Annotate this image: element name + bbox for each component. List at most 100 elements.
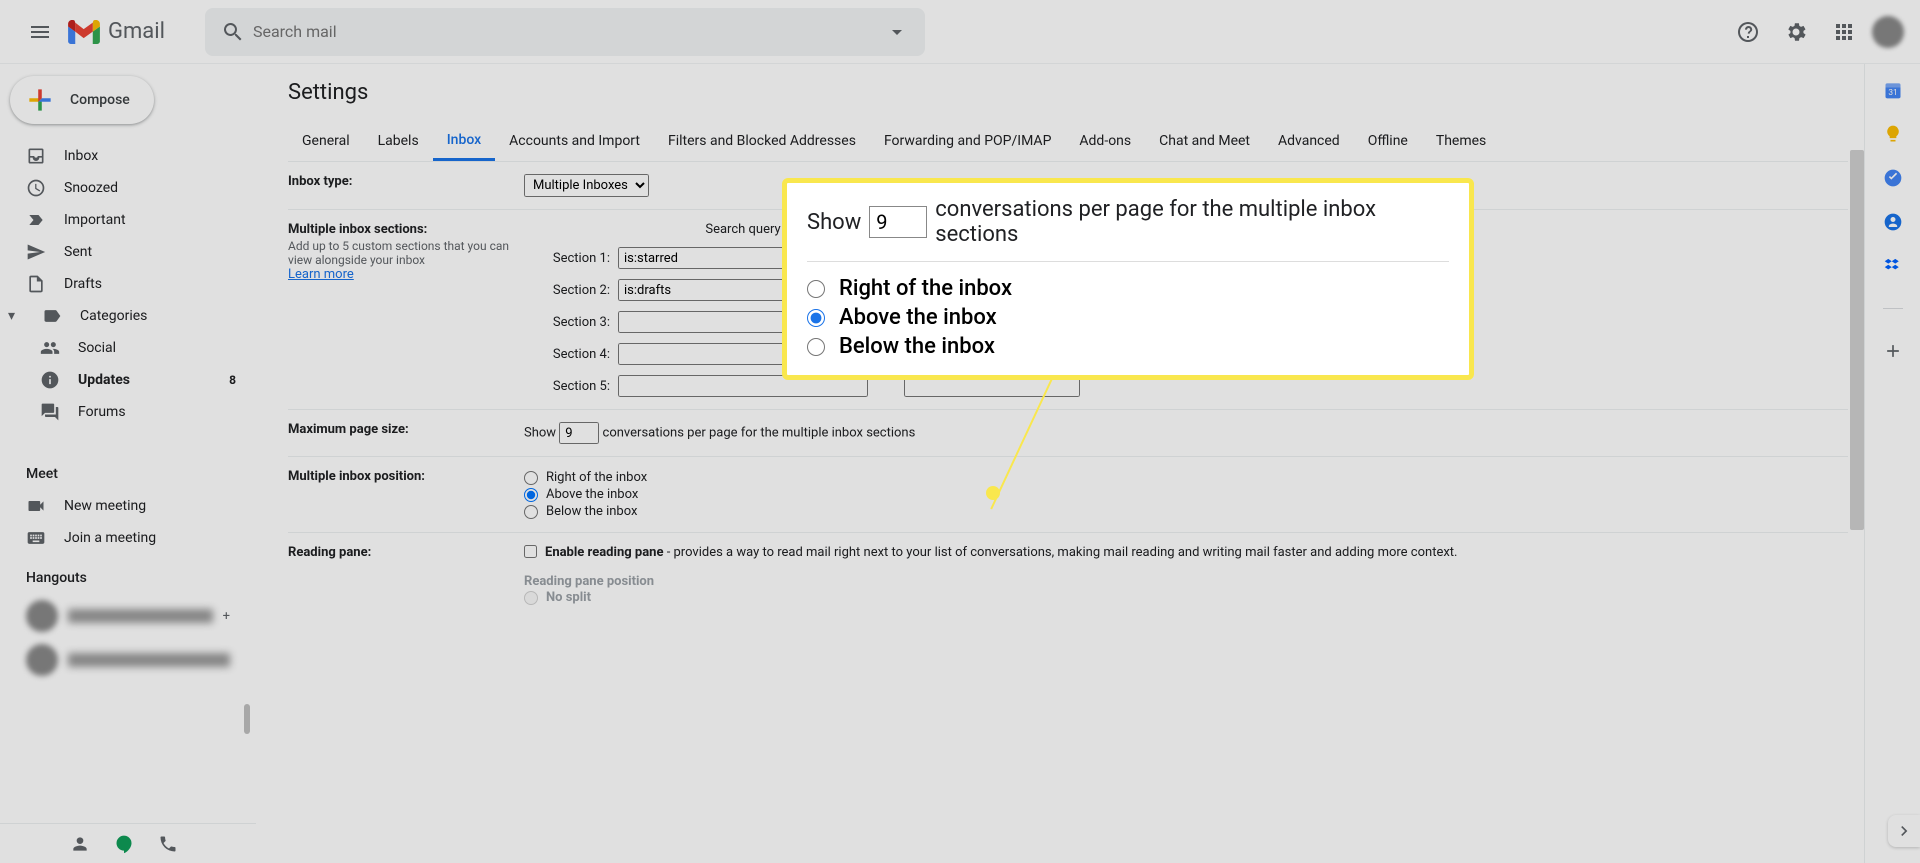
app-header: Gmail — [0, 0, 1920, 64]
learn-more-link[interactable]: Learn more — [288, 267, 354, 282]
tab-filters[interactable]: Filters and Blocked Addresses — [654, 121, 870, 161]
nav-social[interactable]: Social — [0, 332, 248, 364]
callout-position-below[interactable]: Below the inbox — [807, 332, 1449, 361]
support-button[interactable] — [1728, 12, 1768, 52]
apps-icon — [1832, 20, 1856, 44]
reading-pane-row: Reading pane: Enable reading pane - prov… — [288, 533, 1848, 618]
enable-reading-pane[interactable]: Enable reading pane - provides a way to … — [524, 545, 1848, 560]
callout-position-above[interactable]: Above the inbox — [807, 303, 1449, 332]
important-icon — [26, 210, 46, 230]
tab-chat[interactable]: Chat and Meet — [1145, 121, 1264, 161]
callout-highlight: Show conversations per page for the mult… — [782, 178, 1474, 380]
search-icon[interactable] — [213, 12, 253, 52]
keyboard-icon — [26, 528, 46, 548]
chevron-down-icon: ▾ — [8, 308, 24, 324]
gmail-logo[interactable]: Gmail — [68, 19, 165, 44]
sidebar: Compose Inbox Snoozed Important Sent Dra… — [0, 64, 256, 863]
hangouts-footer — [0, 823, 256, 863]
inbox-icon — [26, 146, 46, 166]
nav-snoozed[interactable]: Snoozed — [0, 172, 248, 204]
dropbox-icon[interactable] — [1883, 256, 1903, 276]
keep-icon[interactable] — [1883, 124, 1903, 144]
clock-icon — [26, 178, 46, 198]
svg-text:31: 31 — [1888, 88, 1897, 98]
tab-accounts[interactable]: Accounts and Import — [495, 121, 654, 161]
compose-label: Compose — [70, 92, 130, 108]
reading-pane-label: Reading pane: — [288, 545, 524, 606]
tab-addons[interactable]: Add-ons — [1065, 121, 1145, 161]
tab-advanced[interactable]: Advanced — [1264, 121, 1354, 161]
page-title: Settings — [288, 64, 1848, 121]
calendar-icon[interactable]: 31 — [1883, 80, 1903, 100]
position-row: Multiple inbox position: Right of the in… — [288, 457, 1848, 533]
tasks-icon[interactable] — [1883, 168, 1903, 188]
app-name: Gmail — [108, 19, 165, 44]
callout-position-right[interactable]: Right of the inbox — [807, 274, 1449, 303]
search-input[interactable] — [253, 22, 877, 41]
inbox-type-label: Inbox type: — [288, 174, 524, 197]
tab-offline[interactable]: Offline — [1354, 121, 1422, 161]
settings-button[interactable] — [1776, 12, 1816, 52]
hangouts-section-title: Hangouts — [0, 554, 256, 594]
nav-join-meeting[interactable]: Join a meeting — [0, 522, 248, 554]
compose-button[interactable]: Compose — [10, 76, 154, 124]
info-icon — [40, 370, 60, 390]
position-below[interactable]: Below the inbox — [524, 503, 1848, 520]
callout-page-size-input[interactable] — [869, 206, 927, 238]
nav-drafts[interactable]: Drafts — [0, 268, 248, 300]
content-scrollbar[interactable] — [1850, 150, 1864, 530]
nav-sent[interactable]: Sent — [0, 236, 248, 268]
contacts-icon[interactable] — [60, 824, 100, 863]
show-side-panel-button[interactable] — [1888, 815, 1920, 847]
nav-categories[interactable]: ▾Categories — [0, 300, 248, 332]
side-panel: 31 — [1864, 64, 1920, 863]
nav-forums[interactable]: Forums — [0, 396, 248, 428]
avatar — [26, 644, 58, 676]
page-size-input[interactable] — [559, 422, 599, 444]
search-options-button[interactable] — [877, 12, 917, 52]
callout-pointer-dot — [986, 486, 1000, 500]
avatar — [26, 600, 58, 632]
inbox-type-select[interactable]: Multiple Inboxes — [524, 174, 649, 197]
main-menu-button[interactable] — [16, 8, 64, 56]
add-addon-icon[interactable] — [1883, 341, 1903, 361]
phone-icon[interactable] — [148, 824, 188, 863]
drafts-icon — [26, 274, 46, 294]
contacts-icon[interactable] — [1883, 212, 1903, 232]
search-bar[interactable] — [205, 8, 925, 56]
panel-divider — [1883, 308, 1903, 309]
label-icon — [42, 306, 62, 326]
page-size-row: Maximum page size: Show conversations pe… — [288, 410, 1848, 457]
nav-updates[interactable]: Updates8 — [0, 364, 248, 396]
gear-icon — [1784, 20, 1808, 44]
position-label: Multiple inbox position: — [288, 469, 524, 520]
people-icon — [40, 338, 60, 358]
tab-inbox[interactable]: Inbox — [433, 121, 495, 161]
hangouts-icon[interactable] — [104, 824, 144, 863]
add-hangout-icon[interactable]: + — [223, 609, 230, 624]
apps-button[interactable] — [1824, 12, 1864, 52]
position-above[interactable]: Above the inbox — [524, 486, 1848, 503]
sections-sub: Add up to 5 custom sections that you can… — [288, 239, 524, 267]
account-avatar[interactable] — [1872, 16, 1904, 48]
tab-forwarding[interactable]: Forwarding and POP/IMAP — [870, 121, 1065, 161]
hangout-user-1[interactable]: + — [0, 594, 256, 638]
sent-icon — [26, 242, 46, 262]
nav-new-meeting[interactable]: New meeting — [0, 490, 248, 522]
tab-themes[interactable]: Themes — [1422, 121, 1500, 161]
reading-nosplit: No split — [524, 589, 1848, 606]
meet-section-title: Meet — [0, 450, 256, 490]
hamburger-icon — [28, 20, 52, 44]
sections-label: Multiple inbox sections: — [288, 222, 427, 237]
plus-icon — [24, 84, 56, 116]
header-actions — [1728, 12, 1904, 52]
video-icon — [26, 496, 46, 516]
tab-labels[interactable]: Labels — [364, 121, 433, 161]
tab-general[interactable]: General — [288, 121, 364, 161]
scrollbar[interactable] — [244, 704, 250, 734]
reading-pos-label: Reading pane position — [524, 574, 1848, 589]
hangout-user-2[interactable] — [0, 638, 256, 682]
nav-inbox[interactable]: Inbox — [0, 140, 248, 172]
position-right[interactable]: Right of the inbox — [524, 469, 1848, 486]
nav-important[interactable]: Important — [0, 204, 248, 236]
